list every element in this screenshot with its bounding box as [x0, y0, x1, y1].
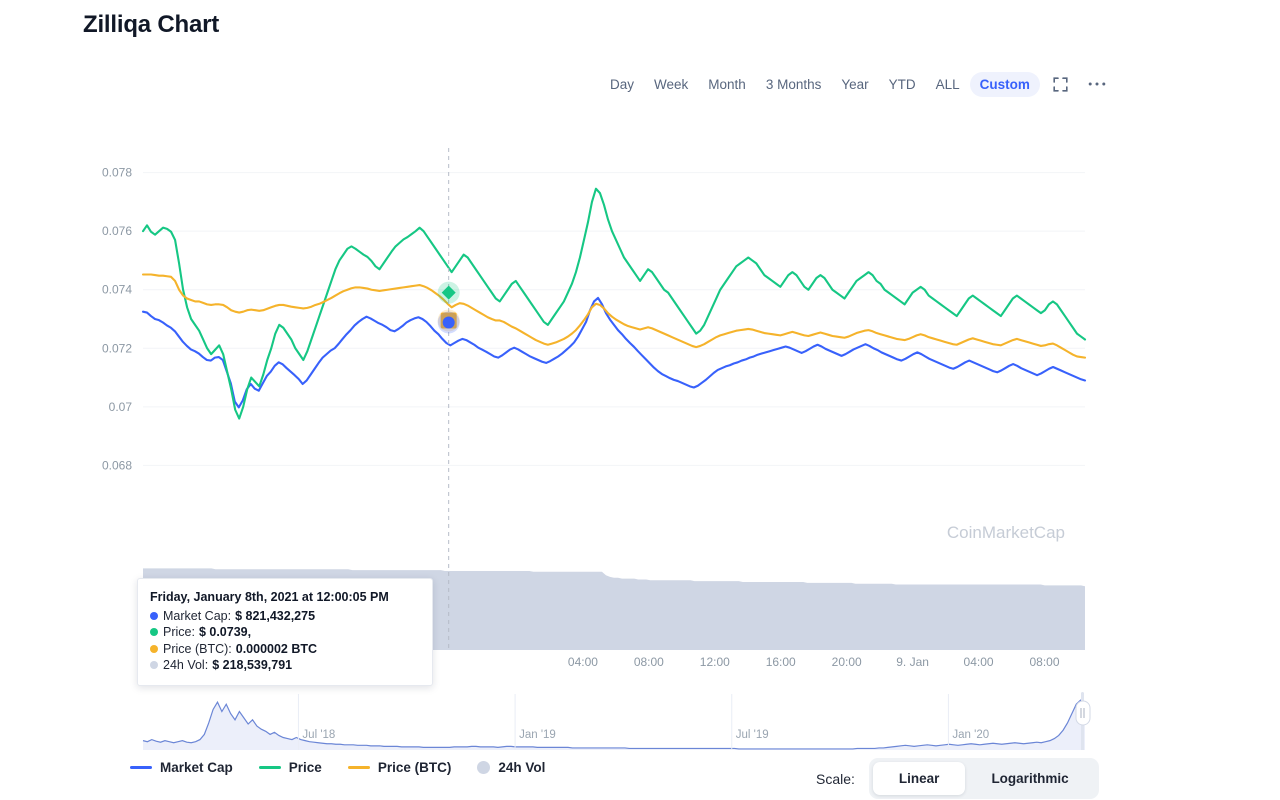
range-button-all[interactable]: ALL [926, 72, 970, 97]
tooltip-value-price-btc: 0.000002 BTC [235, 641, 318, 656]
scale-option-logarithmic[interactable]: Logarithmic [965, 762, 1094, 795]
page-title: Zilliqa Chart [83, 11, 220, 38]
tooltip-row-market-cap: Market Cap: $ 821,432,275 [150, 608, 420, 625]
range-navigator[interactable]: Jul '18 Jan '19 Jul '19 Jan '20 [142, 692, 1091, 750]
range-button-day[interactable]: Day [600, 72, 644, 97]
chart-x-axis-labels: 04:00 08:00 12:00 16:00 20:00 9. Jan 04:00 08:0… [568, 655, 1060, 669]
x-axis-tick-label: 12:00 [700, 655, 730, 669]
price-btc-dot [150, 644, 158, 653]
legend-label-price-btc: Price (BTC) [377, 760, 452, 775]
y-axis-tick-label: 0.076 [102, 224, 132, 238]
legend-label-market-cap: Market Cap [160, 760, 233, 775]
tooltip-label-price: Price: [163, 625, 195, 639]
range-button-ytd[interactable]: YTD [879, 72, 926, 97]
ellipsis-icon[interactable] [1082, 71, 1112, 97]
scale-control: Scale: Linear Logarithmic [816, 758, 1099, 799]
scale-toggle: Linear Logarithmic [868, 758, 1099, 799]
x-axis-tick-label: 08:00 [1029, 655, 1059, 669]
legend-item-price[interactable]: Price [258, 760, 322, 775]
tooltip-value-volume: $ 218,539,791 [212, 658, 293, 672]
market-cap-marker [442, 316, 455, 329]
chart-tooltip: Friday, January 8th, 2021 at 12:00:05 PM… [137, 578, 433, 686]
legend-label-price: Price [288, 760, 322, 775]
chart-legend: Market Cap Price Price (BTC) 24h Vol [130, 760, 545, 775]
x-axis-tick-label: 20:00 [832, 655, 862, 669]
legend-swatch-price [258, 766, 281, 769]
x-axis-tick-label: 08:00 [634, 655, 664, 669]
y-axis-tick-label: 0.068 [102, 458, 132, 472]
navigator-tick-label: Jan '19 [519, 729, 556, 741]
range-button-week[interactable]: Week [644, 72, 698, 97]
range-button-3-months[interactable]: 3 Months [756, 72, 832, 97]
tooltip-value-price: $ 0.0739, [198, 625, 252, 639]
legend-item-market-cap[interactable]: Market Cap [130, 760, 233, 775]
x-axis-tick-label: 04:00 [964, 655, 994, 669]
tooltip-row-volume: 24h Vol: $ 218,539,791 [150, 657, 420, 674]
volume-dot [150, 661, 158, 670]
scale-option-linear[interactable]: Linear [872, 762, 966, 795]
y-axis-tick-label: 0.07 [109, 400, 133, 414]
legend-swatch-market-cap [130, 766, 152, 769]
tooltip-label-volume: 24h Vol: [163, 658, 209, 672]
chart-series-lines [141, 187, 1087, 420]
legend-swatch-price-btc [347, 766, 370, 769]
navigator-tick-label: Jul '18 [302, 729, 335, 741]
range-toolbar: Day Week Month 3 Months Year YTD ALL Cus… [600, 70, 1112, 98]
y-axis-tick-label: 0.074 [102, 283, 132, 297]
tooltip-date: Friday, January 8th, 2021 at 12:00:05 PM [150, 590, 389, 604]
series-line-market-cap [141, 296, 1087, 409]
tooltip-label-price-btc: Price (BTC): [163, 641, 232, 656]
range-button-year[interactable]: Year [831, 72, 878, 97]
market-cap-dot [150, 611, 158, 620]
price-dot [150, 628, 158, 637]
chart-y-axis-labels: 0.078 0.076 0.074 0.072 0.07 0.068 [102, 166, 132, 473]
navigator-area [143, 700, 1085, 750]
tooltip-value-market-cap: $ 821,432,275 [235, 608, 316, 623]
navigator-tick-label: Jan '20 [952, 729, 989, 741]
scale-label: Scale: [816, 770, 855, 787]
navigator-tick-label: Jul '19 [736, 729, 769, 741]
range-button-custom[interactable]: Custom [969, 71, 1040, 97]
watermark: CoinMarketCap [947, 523, 1065, 542]
y-axis-tick-label: 0.072 [102, 341, 132, 355]
chart-point-markers [437, 281, 460, 334]
series-line-price-btc [141, 273, 1087, 359]
navigator-right-handle[interactable] [1075, 700, 1091, 726]
legend-item-price-btc[interactable]: Price (BTC) [347, 760, 452, 775]
tooltip-label-market-cap: Market Cap: [163, 608, 232, 623]
tooltip-row-price: Price: $ 0.0739, [150, 624, 420, 641]
chart-page: Zilliqa Chart Day Week Month 3 Months Ye… [0, 0, 1280, 800]
x-axis-tick-label: 9. Jan [896, 655, 929, 669]
legend-swatch-volume [477, 761, 491, 774]
legend-label-volume: 24h Vol [498, 760, 546, 775]
fullscreen-icon[interactable] [1046, 71, 1076, 97]
range-button-month[interactable]: Month [698, 72, 756, 97]
tooltip-row-price-btc: Price (BTC): 0.000002 BTC [150, 641, 420, 658]
legend-item-volume[interactable]: 24h Vol [477, 760, 545, 775]
x-axis-tick-label: 16:00 [766, 655, 796, 669]
x-axis-tick-label: 04:00 [568, 655, 598, 669]
series-line-price [141, 187, 1087, 420]
y-axis-tick-label: 0.078 [102, 166, 132, 180]
